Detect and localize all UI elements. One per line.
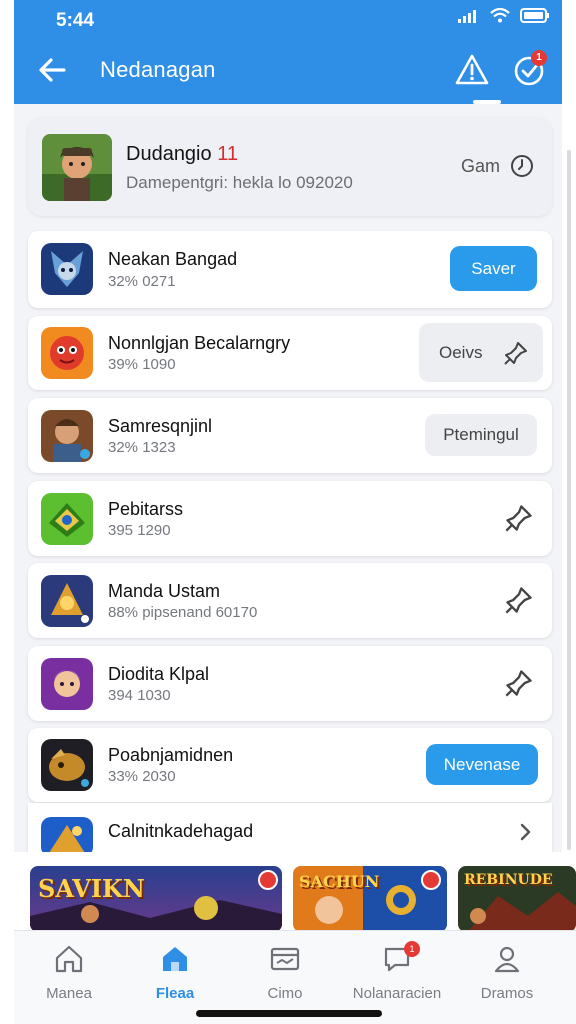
nav-label: Nolanaracien	[352, 985, 442, 1002]
game-icon	[41, 575, 93, 627]
pin-action-label: Oeivs	[439, 343, 483, 362]
game-icon	[41, 327, 93, 379]
nav-home[interactable]: Manea	[14, 943, 124, 1003]
game-thumbnail	[42, 134, 112, 201]
back-button[interactable]	[36, 54, 70, 86]
game-icon	[41, 817, 93, 857]
item-title: Nonnlgjan Becalarngry	[108, 333, 291, 353]
nav-label: Cimo	[267, 985, 303, 1002]
pin-action-button[interactable]: Oeivs	[419, 323, 543, 382]
pin-icon	[504, 342, 527, 365]
pin-icon	[505, 505, 532, 532]
clock-icon	[511, 155, 533, 177]
item-subtitle: 394 1030	[108, 687, 171, 704]
battery-icon	[520, 8, 549, 23]
pin-button[interactable]	[504, 668, 534, 698]
signal-icon	[458, 9, 476, 23]
list-item[interactable]: Manda Ustam 88% pipsenand 60170	[28, 563, 552, 638]
item-title: Samresqnjinl	[108, 416, 213, 436]
featured-title: Dudangio 11	[126, 143, 238, 166]
item-subtitle: 32% 0271	[108, 273, 176, 290]
featured-game-card[interactable]: Dudangio 11 Damepentgri: hekla lo 092020…	[28, 118, 552, 216]
nav-label: Fleaa	[155, 985, 195, 1002]
warning-button[interactable]	[454, 52, 490, 88]
list-item[interactable]: Neakan Bangad 32% 0271 Saver	[28, 231, 552, 308]
list-item[interactable]: Diodita Klpal 394 1030	[28, 646, 552, 721]
person-icon	[494, 946, 520, 973]
item-subtitle: 33% 2030	[108, 768, 176, 785]
nav-badge: 1	[404, 941, 420, 957]
status-bar: 5:44	[14, 6, 562, 32]
item-subtitle: 32% 1323	[108, 439, 176, 456]
item-subtitle: 88% pipsenand 60170	[108, 604, 258, 621]
game-icon	[41, 739, 93, 791]
item-title: Calnitnkadehagad	[108, 821, 254, 841]
list-item[interactable]: Pebitarss 395 1290	[28, 481, 552, 556]
banner-badge	[258, 870, 278, 890]
new-release-button[interactable]: Nevenase	[426, 744, 538, 785]
nav-messages[interactable]: 1 Nolanaracien	[342, 941, 452, 1003]
pin-icon	[505, 587, 532, 614]
item-title: Poabnjamidnen	[108, 745, 234, 765]
promo-banner-strip: SAVIKN SACHUN REBINUDE	[14, 852, 576, 932]
banner-title: SAVIKN	[38, 874, 145, 903]
banner-badge	[421, 870, 441, 890]
nav-store[interactable]: Fleaa	[120, 943, 230, 1003]
app-header: 5:44 Nedanagan	[14, 0, 562, 104]
app-bar: Nedanagan	[14, 48, 562, 92]
featured-subtitle: Damepentgri: hekla lo 092020	[126, 173, 353, 192]
nav-profile[interactable]: Dramos	[452, 943, 562, 1003]
pin-button[interactable]	[504, 503, 534, 533]
action-button[interactable]: Ptemingul	[425, 414, 537, 456]
item-title: Pebitarss	[108, 499, 184, 519]
page-title: Nedanagan	[100, 57, 216, 82]
pin-icon	[505, 670, 532, 697]
arrow-left-icon	[39, 58, 66, 82]
game-icon	[41, 658, 93, 710]
promo-banner[interactable]: REBINUDE	[458, 866, 576, 932]
home-icon	[55, 945, 83, 973]
list-item[interactable]: Poabnjamidnen 33% 2030 Nevenase	[28, 728, 552, 802]
list-item[interactable]: Nonnlgjan Becalarngry 39% 1090 Oeivs	[28, 316, 552, 390]
nav-cards[interactable]: Cimo	[230, 943, 340, 1003]
expand-button[interactable]	[514, 821, 536, 843]
wifi-icon	[490, 8, 510, 23]
item-title: Diodita Klpal	[108, 664, 210, 684]
banner-title: REBINUDE	[464, 872, 553, 888]
item-subtitle: 39% 1090	[108, 356, 176, 373]
status-time: 5:44	[56, 10, 95, 31]
scrollbar[interactable]	[567, 150, 571, 850]
featured-title-number: 11	[217, 143, 238, 165]
featured-title-text: Dudangio	[126, 143, 212, 165]
item-title: Neakan Bangad	[108, 249, 238, 269]
list-item[interactable]: Samresqnjinl 32% 1323 Ptemingul	[28, 398, 552, 473]
card-icon	[270, 947, 300, 971]
game-icon	[41, 243, 93, 295]
item-title: Manda Ustam	[108, 581, 221, 601]
promo-banner[interactable]: SACHUN	[293, 866, 447, 932]
banner-title: SACHUN	[299, 872, 380, 891]
nav-label: Manea	[46, 985, 92, 1002]
promo-banner[interactable]: SAVIKN	[30, 866, 282, 932]
warning-icon	[455, 54, 489, 85]
building-icon	[163, 947, 187, 971]
home-indicator	[196, 1010, 382, 1017]
pin-button[interactable]	[504, 585, 534, 615]
featured-right-label: Gam	[460, 155, 500, 176]
status-icons	[458, 8, 550, 23]
save-button[interactable]: Saver	[450, 246, 537, 291]
nav-label: Dramos	[480, 985, 534, 1002]
game-icon	[41, 493, 93, 545]
featured-timer[interactable]: Gam	[461, 154, 534, 178]
game-icon	[41, 410, 93, 462]
notification-badge: 1	[531, 50, 547, 66]
item-subtitle: 395 1290	[108, 522, 171, 539]
chevron-right-icon	[520, 823, 531, 841]
